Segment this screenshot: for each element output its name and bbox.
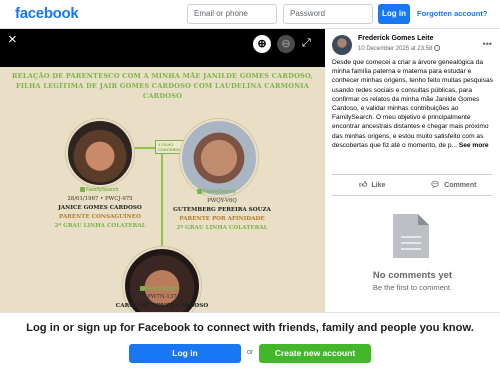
document-line [401, 242, 421, 244]
facebook-logo[interactable]: facebook [15, 5, 79, 22]
post-date[interactable]: 10 December 2025 at 23:58 [358, 45, 441, 52]
globe-icon [434, 45, 441, 51]
thumbs-up-icon: 👍︎ [359, 180, 368, 189]
familysearch-logo: FamilySearch [140, 286, 179, 292]
person-degree: 2º GRAU LINHA COLATERAL [54, 223, 146, 229]
zoom-out-icon[interactable]: ⊖ [277, 35, 295, 53]
expand-icon[interactable]: ⤢ [302, 37, 311, 50]
post-author[interactable]: Frederick Gomes Leite [358, 35, 433, 42]
see-more-link[interactable]: See more [459, 142, 489, 149]
more-options-icon[interactable]: ••• [483, 39, 492, 49]
comment-label: Comment [444, 182, 477, 189]
badge-line: CONCEBIDO [158, 147, 183, 152]
caption-gutemberg: PWQY-V6Q GUTEMBERG PEREIRA SOUZA PARENTE… [162, 197, 282, 233]
first-comment-hint: Be the first to comment. [372, 283, 453, 292]
top-login-button[interactable]: Log in [378, 4, 410, 24]
person-id: PWQY-V6Q [207, 198, 237, 204]
or-label: or [247, 349, 254, 356]
portrait-gutemberg [180, 119, 258, 197]
avatar[interactable] [332, 35, 352, 55]
no-comments-heading: No comments yet [372, 270, 453, 281]
post-text: Desde que comecei a criar a árvore genea… [332, 58, 495, 150]
caption-caroline: PW7N-137 CAROLINE SOUZA CARDOSO [102, 293, 222, 311]
person-name: CAROLINE SOUZA CARDOSO [115, 303, 209, 309]
familysearch-logo: FamilySearch [197, 189, 236, 195]
banner-text: Log in or sign up for Facebook to connec… [26, 322, 474, 334]
login-button[interactable]: Log in [129, 344, 241, 363]
top-navigation-bar: facebook Email or phone Password Log in … [0, 0, 500, 29]
familysearch-label: FamilySearch [146, 286, 179, 292]
like-label: Like [371, 182, 386, 189]
person-degree: 2º GRAU LINHA COLATERAL [176, 225, 268, 231]
photo-title: RELAÇÃO DE PARENTESCO COM A MINHA MÃE JA… [11, 72, 314, 100]
person-id: 28/01/1967 • PWCJ-975 [67, 196, 133, 202]
create-account-button[interactable]: Create new account [259, 344, 371, 363]
forgotten-account-link[interactable]: Forgotten account? [417, 9, 487, 18]
document-line [401, 248, 421, 250]
person-relation: PARENTE POR AFINIDADE [179, 216, 265, 222]
family-tree-photo: RELAÇÃO DE PARENTESCO COM A MINHA MÃE JA… [0, 67, 325, 312]
like-button[interactable]: 👍︎ Like [359, 180, 385, 190]
comment-button[interactable]: 💬︎ Comment [430, 180, 476, 189]
zoom-in-icon[interactable]: ⊕ [253, 35, 271, 53]
password-field[interactable]: Password [283, 4, 373, 24]
document-line [401, 236, 421, 238]
login-banner: Log in or sign up for Facebook to connec… [0, 312, 500, 375]
person-id: PW7N-137 [147, 294, 177, 300]
comment-icon: 💬︎ [430, 180, 441, 189]
caption-janice: 28/01/1967 • PWCJ-975 JANICE GOMES CARDO… [40, 195, 160, 231]
post-panel: Frederick Gomes Leite 10 December 2025 a… [325, 29, 500, 312]
close-icon[interactable]: × [8, 32, 22, 47]
person-relation: PARENTE CONSAGUÍNEO [59, 214, 141, 220]
email-field[interactable]: Email or phone [187, 4, 277, 24]
document-fold [418, 214, 429, 225]
photo-viewer: × ⊕ ⊖ ⤢ RELAÇÃO DE PARENTESCO COM A MINH… [0, 29, 325, 312]
person-name: JANICE GOMES CARDOSO [58, 205, 142, 211]
viewer-toolbar: × ⊕ ⊖ ⤢ [0, 29, 325, 67]
divider [332, 174, 492, 175]
familysearch-logo: FamilySearch [80, 187, 119, 193]
post-date-text[interactable]: 10 December 2025 at 23:58 [358, 46, 432, 52]
familysearch-label: FamilySearch [86, 187, 119, 193]
portrait-janice [66, 119, 134, 187]
familysearch-label: FamilySearch [203, 189, 236, 195]
person-name: GUTEMBERG PEREIRA SOUZA [173, 207, 271, 213]
divider [332, 195, 492, 196]
post-body: Desde que comecei a criar a árvore genea… [332, 59, 493, 149]
